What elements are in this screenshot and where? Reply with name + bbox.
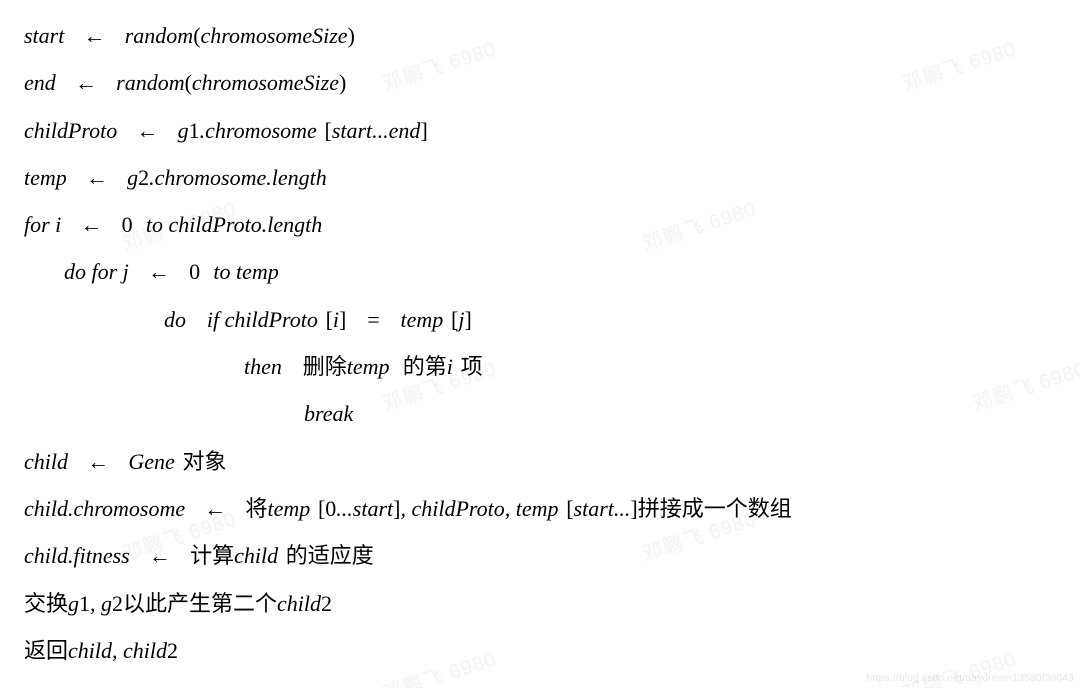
line-8: then 删除temp 的第i项 — [24, 343, 1056, 390]
line-12: child.fitness ← 计算child的适应度 — [24, 532, 1056, 579]
line-5: for i ← 0 to childProto.length — [24, 201, 1056, 248]
line-6: do for j ← 0 to temp — [24, 248, 1056, 295]
line-14: 返回child, child2 — [24, 627, 1056, 674]
assign-arrow: ← — [78, 23, 112, 48]
line-1: start ← random(chromosomeSize) — [24, 12, 1056, 59]
line-10: child ← Gene对象 — [24, 438, 1056, 485]
source-url: https://blog.csdn.net/daydream13580/3004… — [867, 673, 1074, 684]
arg: chromosomeSize — [201, 23, 348, 48]
pseudocode-block: start ← random(chromosomeSize) end ← ran… — [0, 0, 1080, 674]
line-7: do if childProto[i] = temp[j] — [24, 296, 1056, 343]
fn-random: random — [125, 23, 193, 48]
var-start: start — [24, 23, 64, 48]
line-13: 交换g1, g2以此产生第二个child2 — [24, 580, 1056, 627]
var-end: end — [24, 70, 56, 95]
line-4: temp ← g2.chromosome.length — [24, 154, 1056, 201]
line-3: childProto ← g1.chromosome[start...end] — [24, 107, 1056, 154]
line-9: break — [24, 390, 1056, 437]
line-11: child.chromosome ← 将temp[0...start], chi… — [24, 485, 1056, 532]
line-2: end ← random(chromosomeSize) — [24, 59, 1056, 106]
